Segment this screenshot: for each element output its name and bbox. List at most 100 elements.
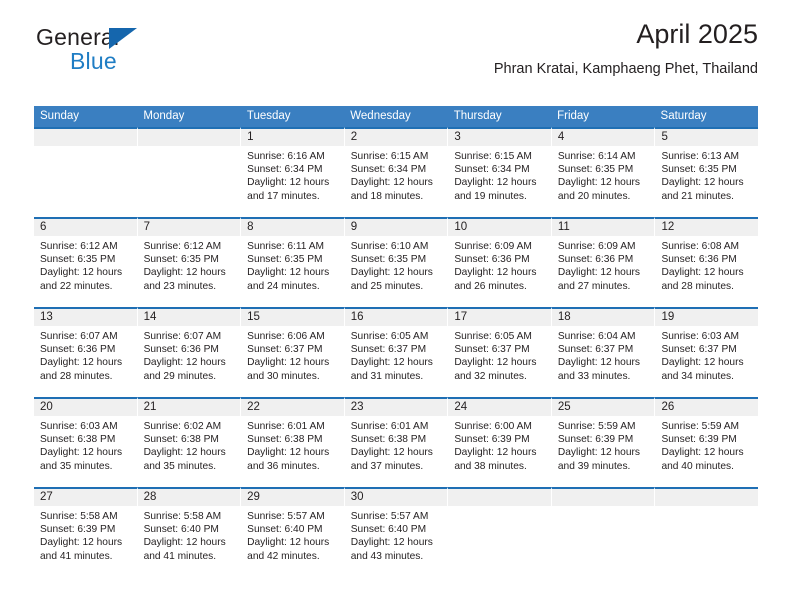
daylight-text-line2: and 30 minutes.: [247, 370, 320, 382]
calendar-day-cell[interactable]: 12 Sunrise: 6:08 AM Sunset: 6:36 PM Dayligh…: [655, 217, 759, 307]
sunrise-text: Sunrise: 6:07 AM: [143, 331, 222, 342]
calendar-day-cell[interactable]: 21 Sunrise: 6:02 AM Sunset: 6:38 PM Dayligh…: [137, 397, 242, 487]
day-details: [34, 146, 137, 150]
daylight-text-line2: and 31 minutes.: [350, 370, 424, 382]
sunset-text: Sunset: 6:36 PM: [661, 254, 737, 266]
page-header: General Blue April 2025 Phran Kratai, Ka…: [34, 0, 758, 76]
day-details: Sunrise: 6:15 AM Sunset: 6:34 PM Daylight:…: [345, 146, 448, 203]
day-details: Sunrise: 6:12 AM Sunset: 6:35 PM Daylight:…: [138, 236, 241, 293]
daylight-text-line2: and 35 minutes.: [40, 460, 113, 472]
calendar-day-cell[interactable]: 20 Sunrise: 6:03 AM Sunset: 6:38 PM Dayligh…: [34, 397, 138, 487]
calendar-day-cell[interactable]: 14 Sunrise: 6:07 AM Sunset: 6:36 PM Dayligh…: [137, 307, 242, 397]
calendar-day-cell[interactable]: 27 Sunrise: 5:58 AM Sunset: 6:39 PM Dayligh…: [34, 487, 138, 577]
daylight-text-line2: and 23 minutes.: [143, 280, 217, 292]
sunrise-text: Sunrise: 6:00 AM: [454, 421, 532, 432]
day-details: Sunrise: 6:03 AM Sunset: 6:38 PM Daylight:…: [34, 416, 137, 473]
calendar-day-cell[interactable]: 19 Sunrise: 6:03 AM Sunset: 6:37 PM Dayligh…: [655, 307, 759, 397]
sunrise-text: Sunrise: 6:03 AM: [661, 331, 740, 342]
day-number: 3: [448, 129, 551, 146]
day-number: [34, 129, 137, 146]
calendar-day-cell[interactable]: 28 Sunrise: 5:58 AM Sunset: 6:40 PM Dayligh…: [137, 487, 242, 577]
calendar-day-cell[interactable]: 5 Sunrise: 6:13 AM Sunset: 6:35 PM Daylight…: [655, 127, 759, 217]
sunrise-text: Sunrise: 6:01 AM: [350, 421, 429, 432]
sunset-text: Sunset: 6:34 PM: [350, 164, 427, 176]
daylight-text-line2: and 40 minutes.: [661, 460, 734, 472]
sunset-text: Sunset: 6:40 PM: [143, 524, 219, 536]
day-number: 19: [655, 309, 759, 326]
daylight-text-line1: Daylight: 12 hours: [557, 357, 641, 369]
daylight-text-line1: Daylight: 12 hours: [661, 267, 744, 279]
calendar-day-cell[interactable]: 15 Sunrise: 6:06 AM Sunset: 6:37 PM Dayligh…: [241, 307, 345, 397]
calendar-page: General Blue April 2025 Phran Kratai, Ka…: [0, 0, 792, 612]
day-details: Sunrise: 6:12 AM Sunset: 6:35 PM Daylight:…: [34, 236, 137, 293]
calendar-day-cell[interactable]: 29 Sunrise: 5:57 AM Sunset: 6:40 PM Dayligh…: [241, 487, 345, 577]
daylight-text-line2: and 35 minutes.: [143, 460, 217, 472]
calendar-day-cell[interactable]: 16 Sunrise: 6:05 AM Sunset: 6:37 PM Dayligh…: [344, 307, 449, 397]
calendar-day-cell[interactable]: 4 Sunrise: 6:14 AM Sunset: 6:35 PM Daylight…: [551, 127, 656, 217]
sunset-text: Sunset: 6:37 PM: [350, 344, 427, 356]
calendar-day-cell[interactable]: 7 Sunrise: 6:12 AM Sunset: 6:35 PM Daylight…: [137, 217, 242, 307]
day-details: Sunrise: 6:09 AM Sunset: 6:36 PM Daylight:…: [552, 236, 655, 293]
sunrise-text: Sunrise: 5:58 AM: [143, 511, 222, 522]
calendar-week-row: 13 Sunrise: 6:07 AM Sunset: 6:36 PM Dayligh…: [34, 307, 759, 397]
sunset-text: Sunset: 6:35 PM: [143, 254, 219, 266]
logo-text-blue: Blue: [70, 48, 117, 74]
calendar-day-cell[interactable]: 26 Sunrise: 5:59 AM Sunset: 6:39 PM Dayligh…: [655, 397, 759, 487]
weekday-saturday: Saturday: [660, 110, 707, 122]
calendar-day-cell[interactable]: 13 Sunrise: 6:07 AM Sunset: 6:36 PM Dayligh…: [34, 307, 138, 397]
calendar-day-cell[interactable]: 2 Sunrise: 6:15 AM Sunset: 6:34 PM Daylight…: [344, 127, 449, 217]
calendar-day-cell[interactable]: 24 Sunrise: 6:00 AM Sunset: 6:39 PM Dayligh…: [448, 397, 552, 487]
sunrise-text: Sunrise: 5:57 AM: [350, 511, 429, 522]
day-number: 13: [34, 309, 137, 326]
calendar-day-cell[interactable]: 3 Sunrise: 6:15 AM Sunset: 6:34 PM Daylight…: [448, 127, 552, 217]
day-details: Sunrise: 6:04 AM Sunset: 6:37 PM Daylight:…: [552, 326, 655, 383]
weekday-thursday: Thursday: [453, 110, 502, 122]
sunset-text: Sunset: 6:38 PM: [40, 434, 116, 446]
calendar-grid: Sunday Monday Tuesday Wednesday Thursday…: [34, 106, 759, 577]
calendar-day-cell[interactable]: 30 Sunrise: 5:57 AM Sunset: 6:40 PM Dayligh…: [344, 487, 449, 577]
day-details: Sunrise: 6:13 AM Sunset: 6:35 PM Daylight:…: [655, 146, 758, 203]
title-block: April 2025 Phran Kratai, Kamphaeng Phet,…: [494, 19, 758, 76]
calendar-day-cell[interactable]: 11 Sunrise: 6:09 AM Sunset: 6:36 PM Dayligh…: [551, 217, 656, 307]
day-number: 24: [448, 399, 551, 416]
day-details: Sunrise: 5:58 AM Sunset: 6:39 PM Daylight:…: [34, 506, 137, 563]
sunrise-text: Sunrise: 6:01 AM: [247, 421, 325, 432]
sunrise-text: Sunrise: 6:13 AM: [661, 151, 740, 162]
sunset-text: Sunset: 6:38 PM: [350, 434, 427, 446]
calendar-day-cell[interactable]: 25 Sunrise: 5:59 AM Sunset: 6:39 PM Dayligh…: [551, 397, 656, 487]
daylight-text-line1: Daylight: 12 hours: [350, 537, 433, 549]
calendar-day-cell[interactable]: 8 Sunrise: 6:11 AM Sunset: 6:35 PM Daylight…: [241, 217, 345, 307]
daylight-text-line2: and 29 minutes.: [143, 370, 217, 382]
day-details: Sunrise: 6:08 AM Sunset: 6:36 PM Daylight:…: [655, 236, 758, 293]
calendar-day-cell[interactable]: 10 Sunrise: 6:09 AM Sunset: 6:36 PM Dayligh…: [448, 217, 552, 307]
daylight-text-line1: Daylight: 12 hours: [247, 537, 330, 549]
day-number: 9: [344, 219, 448, 236]
day-number: 30: [344, 489, 448, 506]
sunrise-text: Sunrise: 6:15 AM: [454, 151, 532, 162]
weekday-tuesday: Tuesday: [246, 110, 291, 122]
calendar-day-cell[interactable]: 23 Sunrise: 6:01 AM Sunset: 6:38 PM Dayligh…: [344, 397, 449, 487]
calendar-empty-cell: [655, 487, 759, 577]
calendar-day-cell[interactable]: 17 Sunrise: 6:05 AM Sunset: 6:37 PM Dayligh…: [448, 307, 552, 397]
sunset-text: Sunset: 6:34 PM: [454, 164, 530, 176]
day-number: 4: [551, 129, 655, 146]
day-details: Sunrise: 6:01 AM Sunset: 6:38 PM Daylight:…: [345, 416, 448, 473]
calendar-day-cell[interactable]: 22 Sunrise: 6:01 AM Sunset: 6:38 PM Dayligh…: [241, 397, 345, 487]
calendar-day-cell[interactable]: 18 Sunrise: 6:04 AM Sunset: 6:37 PM Dayligh…: [551, 307, 656, 397]
calendar-day-cell[interactable]: 1 Sunrise: 6:16 AM Sunset: 6:34 PM Daylight…: [241, 127, 345, 217]
sunset-text: Sunset: 6:35 PM: [557, 164, 634, 176]
sunrise-text: Sunrise: 5:58 AM: [40, 511, 118, 522]
sunrise-text: Sunrise: 6:10 AM: [350, 241, 429, 252]
sunset-text: Sunset: 6:37 PM: [557, 344, 634, 356]
calendar-day-cell[interactable]: 6 Sunrise: 6:12 AM Sunset: 6:35 PM Daylight…: [34, 217, 138, 307]
daylight-text-line1: Daylight: 12 hours: [247, 357, 330, 369]
day-details: [655, 506, 758, 510]
sunset-text: Sunset: 6:37 PM: [454, 344, 530, 356]
logo[interactable]: General Blue: [36, 26, 246, 74]
daylight-text-line2: and 24 minutes.: [247, 280, 320, 292]
daylight-text-line2: and 21 minutes.: [661, 190, 734, 202]
daylight-text-line2: and 19 minutes.: [454, 190, 527, 202]
calendar-day-cell[interactable]: 9 Sunrise: 6:10 AM Sunset: 6:35 PM Daylight…: [344, 217, 449, 307]
day-details: Sunrise: 5:59 AM Sunset: 6:39 PM Daylight:…: [655, 416, 758, 473]
day-number: 25: [551, 399, 655, 416]
